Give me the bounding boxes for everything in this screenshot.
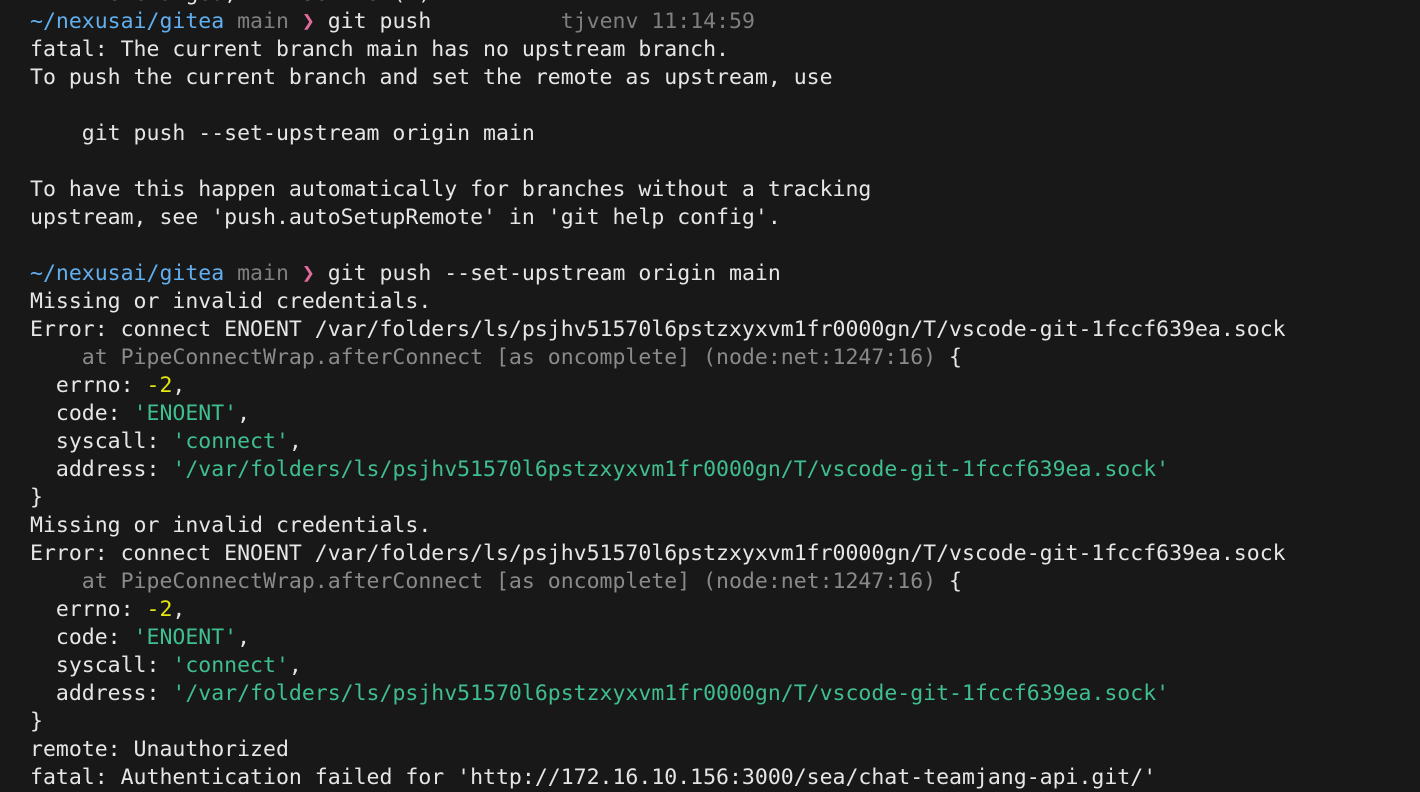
terminal-line: errno: -2,	[30, 596, 1420, 624]
prompt-arrow-icon: ❯	[301, 9, 315, 34]
stack-trace: at PipeConnectWrap.afterConnect [as onco…	[30, 345, 937, 370]
output-text: syscall:	[30, 653, 173, 678]
output-text: }	[30, 485, 43, 510]
output-text: 1 file changed, 1 insertion(+)	[30, 0, 431, 6]
output-text: remote: Unauthorized	[30, 737, 289, 762]
terminal-line: remote: Unauthorized	[30, 736, 1420, 764]
terminal-line: git push --set-upstream origin main	[30, 120, 1420, 148]
prompt-path: ~/nexusai/gitea	[30, 9, 225, 34]
terminal-line: address: '/var/folders/ls/psjhv51570l6ps…	[30, 680, 1420, 708]
output-text: code:	[30, 401, 134, 426]
output-text: ,	[172, 373, 186, 398]
output-text: upstream, see 'push.autoSetupRemote' in …	[30, 205, 781, 230]
terminal-line: fatal: The current branch main has no up…	[30, 36, 1420, 64]
terminal-line: syscall: 'connect',	[30, 428, 1420, 456]
output-text: Missing or invalid credentials.	[30, 513, 432, 538]
terminal-output: 1 file changed, 1 insertion(+) ~/nexusai/…	[30, 0, 1420, 792]
string-literal: 'ENOENT'	[133, 401, 238, 426]
terminal-line: To push the current branch and set the r…	[30, 64, 1420, 92]
string-literal: '/var/folders/ls/psjhv51570l6pstzxyxvm1f…	[172, 457, 1170, 482]
number-literal: -2	[146, 373, 173, 398]
terminal-line: Error: connect ENOENT /var/folders/ls/ps…	[30, 316, 1420, 344]
terminal-line: ~/nexusai/gitea main ❯ git push tjvenv 1…	[30, 8, 1420, 36]
terminal-line: at PipeConnectWrap.afterConnect [as onco…	[30, 344, 1420, 372]
output-text: fatal: The current branch main has no up…	[30, 37, 729, 62]
terminal-line: fatal: Authentication failed for 'http:/…	[30, 764, 1420, 792]
terminal-line: address: '/var/folders/ls/psjhv51570l6ps…	[30, 456, 1420, 484]
terminal-line: Missing or invalid credentials.	[30, 512, 1420, 540]
output-text: errno:	[30, 597, 147, 622]
terminal-line: Error: connect ENOENT /var/folders/ls/ps…	[30, 540, 1420, 568]
terminal-panel[interactable]: 1 file changed, 1 insertion(+) ~/nexusai/…	[0, 0, 1420, 792]
right-prompt: tjvenv 11:14:59	[560, 9, 755, 34]
output-text: ,	[237, 401, 251, 426]
terminal-line: errno: -2,	[30, 372, 1420, 400]
output-text: code:	[30, 625, 134, 650]
output-text: ,	[237, 625, 251, 650]
prompt-branch: main	[224, 261, 302, 286]
terminal-line: ~/nexusai/gitea main ❯ git push --set-up…	[30, 260, 1420, 288]
stack-trace: at PipeConnectWrap.afterConnect [as onco…	[30, 569, 937, 594]
prompt-branch: main	[224, 9, 302, 34]
output-text: address:	[30, 681, 173, 706]
output-text: To have this happen automatically for br…	[30, 177, 872, 202]
terminal-line: code: 'ENOENT',	[30, 400, 1420, 428]
command-text: git push --set-upstream origin main	[314, 261, 781, 286]
terminal-line: }	[30, 708, 1420, 736]
output-text: To push the current branch and set the r…	[30, 65, 833, 90]
string-literal: '/var/folders/ls/psjhv51570l6pstzxyxvm1f…	[172, 681, 1170, 706]
terminal-line: upstream, see 'push.autoSetupRemote' in …	[30, 204, 1420, 232]
output-text: {	[936, 345, 962, 370]
string-literal: 'connect'	[172, 653, 289, 678]
string-literal: 'connect'	[172, 429, 289, 454]
terminal-line: syscall: 'connect',	[30, 652, 1420, 680]
output-text: errno:	[30, 373, 147, 398]
terminal-line: 1 file changed, 1 insertion(+)	[30, 0, 1420, 8]
output-text: ,	[172, 597, 186, 622]
terminal-line: code: 'ENOENT',	[30, 624, 1420, 652]
prompt-path: ~/nexusai/gitea	[30, 261, 225, 286]
terminal-line: at PipeConnectWrap.afterConnect [as onco…	[30, 568, 1420, 596]
prompt-arrow-icon: ❯	[301, 261, 315, 286]
output-text: fatal: Authentication failed for 'http:/…	[30, 765, 1157, 790]
terminal-line: Missing or invalid credentials.	[30, 288, 1420, 316]
output-text: {	[936, 569, 962, 594]
output-text: Missing or invalid credentials.	[30, 289, 432, 314]
terminal-line: }	[30, 484, 1420, 512]
number-literal: -2	[146, 597, 173, 622]
output-text: ,	[288, 429, 302, 454]
output-text: address:	[30, 457, 173, 482]
output-text: Error: connect ENOENT /var/folders/ls/ps…	[30, 541, 1286, 566]
command-text: git push	[314, 9, 561, 34]
string-literal: 'ENOENT'	[133, 625, 238, 650]
output-text: Error: connect ENOENT /var/folders/ls/ps…	[30, 317, 1286, 342]
output-text: git push --set-upstream origin main	[30, 121, 535, 146]
terminal-line: To have this happen automatically for br…	[30, 176, 1420, 204]
output-text: syscall:	[30, 429, 173, 454]
output-text: }	[30, 709, 43, 734]
output-text: ,	[288, 653, 302, 678]
